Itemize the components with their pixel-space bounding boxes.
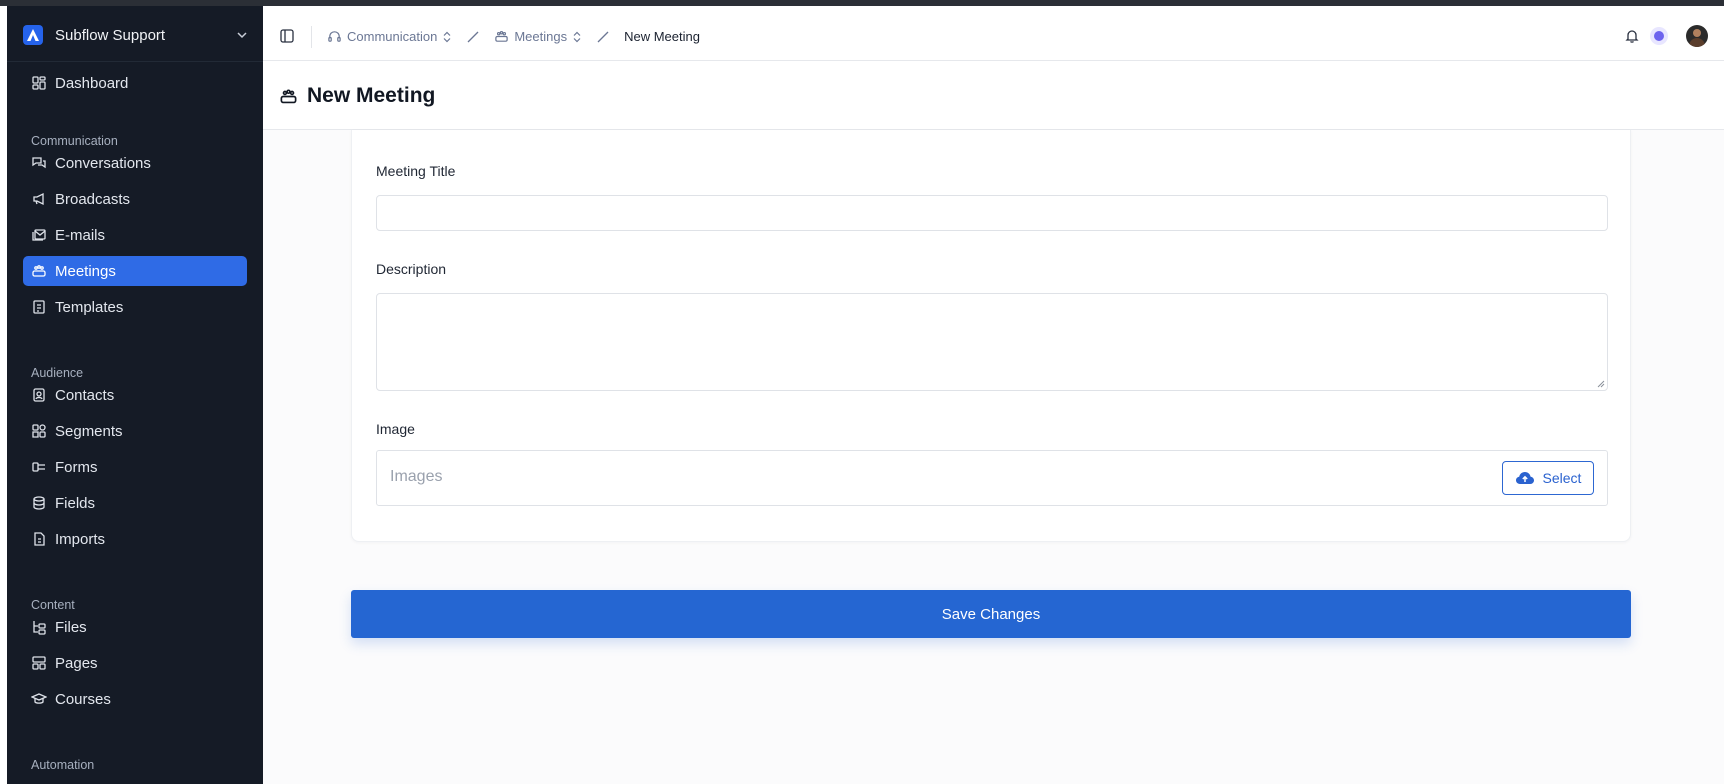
resize-handle-icon[interactable] <box>1597 380 1605 388</box>
mail-stack-icon <box>32 229 46 241</box>
breadcrumb-meetings[interactable]: Meetings <box>494 29 582 44</box>
content-area: Meeting Title Description Image Images S… <box>263 130 1724 784</box>
breadcrumb-current: New Meeting <box>624 29 700 44</box>
sidebar-item-label: Meetings <box>55 262 116 280</box>
sidebar-item-pages[interactable]: Pages <box>23 648 247 678</box>
sidebar-item-emails[interactable]: E-mails <box>23 220 247 250</box>
sidebar-item-forms[interactable]: Forms <box>23 452 247 482</box>
database-icon <box>33 496 45 510</box>
dashboard-icon <box>32 76 46 90</box>
sidebar-item-meetings[interactable]: Meetings <box>23 256 247 286</box>
sidebar-item-label: Fields <box>55 494 96 512</box>
sidebar: Subflow Support Dashboard Communication … <box>7 6 263 784</box>
image-placeholder: Images <box>390 468 443 485</box>
file-tree-icon <box>33 621 46 635</box>
meeting-icon <box>32 265 46 277</box>
sidebar-item-fields[interactable]: Fields <box>23 488 247 518</box>
sidebar-item-label: E-mails <box>55 226 106 244</box>
window-left-edge <box>0 6 7 784</box>
breadcrumb-separator-icon <box>467 31 479 42</box>
sidebar-item-files[interactable]: Files <box>23 612 247 642</box>
sidebar-divider <box>7 61 263 62</box>
sidebar-item-label: Segments <box>55 422 123 440</box>
headset-icon <box>328 31 341 42</box>
breadcrumb: Communication Meetings New Meeting <box>327 12 700 61</box>
page-title: New Meeting <box>307 84 436 107</box>
sidebar-item-label: Courses <box>55 690 111 708</box>
subflow-logo-icon <box>23 25 43 45</box>
select-image-button[interactable]: Select <box>1502 461 1594 495</box>
sidebar-item-label: Dashboard <box>55 74 129 92</box>
main-panel: Communication Meetings New Meeting New M… <box>263 12 1724 784</box>
sidebar-section-automation: Automation <box>31 758 95 772</box>
sort-icon <box>443 31 451 42</box>
sidebar-section-content: Content <box>31 598 75 612</box>
avatar[interactable] <box>1686 25 1708 47</box>
sidebar-item-courses[interactable]: Courses <box>23 684 247 714</box>
graduation-cap-icon <box>31 693 47 704</box>
sidebar-item-templates[interactable]: Templates <box>23 292 247 322</box>
layout-icon <box>32 656 46 670</box>
breadcrumb-label: Meetings <box>514 29 568 44</box>
status-dot <box>1654 31 1664 41</box>
meeting-icon <box>280 89 297 104</box>
sidebar-item-label: Pages <box>55 654 98 672</box>
save-changes-button[interactable]: Save Changes <box>351 590 1631 638</box>
sort-icon <box>573 31 581 42</box>
top-bar: Communication Meetings New Meeting <box>263 12 1724 61</box>
cloud-upload-icon <box>1515 472 1534 484</box>
form-icon <box>32 462 45 472</box>
topbar-actions <box>1624 24 1708 48</box>
select-button-label: Select <box>1542 470 1582 486</box>
sidebar-toggle-icon[interactable] <box>279 28 295 44</box>
sidebar-item-conversations[interactable]: Conversations <box>23 148 247 178</box>
sidebar-item-label: Imports <box>55 530 106 548</box>
sidebar-item-label: Broadcasts <box>55 190 131 208</box>
breadcrumb-separator-icon <box>597 31 609 42</box>
topbar-separator <box>311 26 312 48</box>
template-icon <box>33 300 45 314</box>
sidebar-item-label: Files <box>55 618 87 636</box>
sidebar-item-label: Templates <box>55 298 124 316</box>
avatar-body <box>1689 38 1705 47</box>
megaphone-icon <box>33 192 44 206</box>
sidebar-item-segments[interactable]: Segments <box>23 416 247 446</box>
bell-icon[interactable] <box>1624 28 1640 44</box>
file-import-icon <box>34 532 45 546</box>
sidebar-item-broadcasts[interactable]: Broadcasts <box>23 184 247 214</box>
sidebar-item-imports[interactable]: Imports <box>23 524 247 554</box>
sidebar-item-dashboard[interactable]: Dashboard <box>23 68 247 98</box>
org-switcher[interactable]: Subflow Support <box>23 20 249 50</box>
meeting-form-card: Meeting Title Description Image Images S… <box>351 130 1631 542</box>
page-header: New Meeting <box>263 62 1724 130</box>
image-label: Image <box>376 421 415 437</box>
sidebar-item-label: Conversations <box>55 154 151 172</box>
breadcrumb-communication[interactable]: Communication <box>327 29 452 44</box>
meeting-title-input[interactable] <box>376 195 1608 231</box>
breadcrumb-label: New Meeting <box>624 29 700 44</box>
segments-icon <box>32 424 46 438</box>
sidebar-section-audience: Audience <box>31 366 84 380</box>
breadcrumb-label: Communication <box>347 29 438 44</box>
org-name: Subflow Support <box>55 26 166 44</box>
status-indicator[interactable] <box>1650 27 1668 45</box>
description-label: Description <box>376 261 447 277</box>
chevron-down-icon <box>237 32 247 39</box>
description-textarea[interactable] <box>376 293 1608 391</box>
meeting-title-label: Meeting Title <box>376 163 456 179</box>
sidebar-item-label: Forms <box>55 458 98 476</box>
sidebar-item-contacts[interactable]: Contacts <box>23 380 247 410</box>
sidebar-item-label: Contacts <box>55 386 115 404</box>
avatar-head <box>1693 29 1701 37</box>
image-upload-field[interactable]: Images Select <box>376 450 1608 506</box>
sidebar-section-communication: Communication <box>31 134 118 148</box>
chat-bubbles-icon <box>32 157 46 169</box>
meeting-icon <box>495 31 509 42</box>
contact-card-icon <box>33 388 45 402</box>
